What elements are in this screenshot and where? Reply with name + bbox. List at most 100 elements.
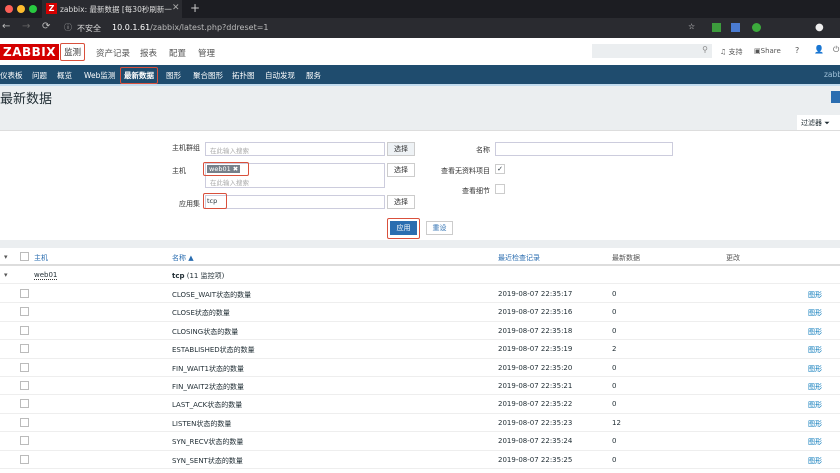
- minimize-window-icon[interactable]: [17, 5, 25, 13]
- item-name: ESTABLISHED状态的数量: [172, 346, 255, 355]
- help-icon[interactable]: ?: [795, 46, 799, 55]
- last-check-time: 2019-08-07 22:35:19: [498, 345, 573, 354]
- evernote-extension-icon[interactable]: [752, 23, 761, 32]
- nav-problems[interactable]: 问题: [32, 70, 47, 81]
- row-checkbox[interactable]: [20, 344, 29, 354]
- menu-reports[interactable]: 报表: [140, 47, 157, 59]
- item-name: SYN_RECV状态的数量: [172, 438, 244, 447]
- last-value: 0: [612, 455, 617, 464]
- application-value: tcp: [203, 193, 227, 209]
- last-check-time: 2019-08-07 22:35:17: [498, 290, 573, 298]
- reload-icon[interactable]: ⟳: [42, 21, 50, 32]
- zabbix-logo[interactable]: ZABBIX: [0, 44, 59, 60]
- apply-button[interactable]: 应用: [390, 221, 417, 235]
- share-link[interactable]: ▣Share: [754, 47, 781, 55]
- graph-link[interactable]: 图形: [808, 364, 822, 374]
- nav-maps[interactable]: 拓扑图: [232, 70, 255, 81]
- forward-icon[interactable]: →: [22, 21, 30, 32]
- row-checkbox[interactable]: [20, 381, 29, 390]
- maximize-window-icon[interactable]: [29, 5, 37, 13]
- show-details-checkbox[interactable]: [495, 184, 505, 194]
- nav-latest-data[interactable]: 最新数据: [120, 67, 158, 84]
- host-group-select-button[interactable]: 选择: [387, 142, 415, 156]
- back-icon[interactable]: ←: [2, 21, 10, 32]
- last-check-time: 2019-08-07 22:35:21: [498, 382, 573, 390]
- global-search-input[interactable]: ⚲: [592, 44, 712, 58]
- security-label: 不安全: [77, 24, 101, 33]
- table-row: CLOSE_WAIT状态的数量 2019-08-07 22:35:17 0 图形: [0, 285, 840, 304]
- menu-inventory[interactable]: 资产记录: [96, 47, 130, 59]
- host-group-input[interactable]: 在此输入搜索: [205, 142, 385, 156]
- graph-link[interactable]: 图形: [808, 419, 822, 429]
- graph-link[interactable]: 图形: [808, 290, 822, 300]
- application-item-count: (11 监控项): [186, 272, 225, 280]
- show-items-without-data-label: 查看无资料项目: [441, 167, 490, 175]
- new-tab-icon[interactable]: +: [190, 1, 200, 15]
- application-select-button[interactable]: 选择: [387, 195, 415, 209]
- application-input[interactable]: [205, 195, 385, 209]
- host-column-header[interactable]: 主机: [34, 253, 48, 263]
- close-window-icon[interactable]: [5, 5, 13, 13]
- row-checkbox[interactable]: [20, 362, 29, 372]
- sub-navigation: 仪表板 问题 概览 Web监测 最新数据 图形 聚合图形 拓扑图 自动发现 服务…: [0, 65, 840, 86]
- collapse-all-icon[interactable]: ▾: [4, 253, 8, 261]
- translate-extension-icon[interactable]: [731, 23, 740, 32]
- remove-tag-icon[interactable]: ✖: [233, 165, 238, 173]
- nav-screens[interactable]: 聚合图形: [193, 70, 223, 81]
- fullscreen-button[interactable]: [831, 91, 840, 103]
- host-tag-label: web01: [209, 165, 231, 173]
- name-column-header[interactable]: 名称 ▲: [172, 253, 194, 263]
- row-checkbox[interactable]: [20, 289, 29, 298]
- graph-link[interactable]: 图形: [808, 400, 822, 410]
- row-checkbox[interactable]: [20, 436, 29, 446]
- table-row: SYN_RECV状态的数量 2019-08-07 22:35:24 0 图形: [0, 432, 840, 451]
- close-tab-icon[interactable]: ✕: [172, 3, 180, 13]
- nav-services[interactable]: 服务: [306, 70, 321, 81]
- menu-monitoring[interactable]: 监测: [60, 43, 86, 61]
- extension-icon[interactable]: [712, 23, 721, 32]
- reset-button[interactable]: 重设: [426, 221, 453, 235]
- last-value: 0: [612, 308, 617, 317]
- nav-overview[interactable]: 概览: [57, 70, 72, 81]
- row-checkbox[interactable]: [20, 325, 29, 335]
- last-check-column-header[interactable]: 最近检查记录: [498, 253, 540, 263]
- filter-tab[interactable]: 过滤器 ⏷: [797, 115, 840, 131]
- row-checkbox[interactable]: [20, 454, 29, 464]
- nav-web[interactable]: Web监测: [84, 70, 115, 81]
- graph-link[interactable]: 图形: [808, 456, 822, 466]
- graph-link[interactable]: 图形: [808, 437, 822, 447]
- row-checkbox[interactable]: [20, 399, 29, 409]
- table-row: SYN_SENT状态的数量 2019-08-07 22:35:25 0 图形: [0, 451, 840, 469]
- item-name: SYN_SENT状态的数量: [172, 456, 243, 465]
- profile-icon[interactable]: ●: [815, 22, 824, 33]
- support-link[interactable]: ♫ 支持: [720, 47, 743, 57]
- menu-administration[interactable]: 管理: [198, 47, 215, 59]
- nav-graphs[interactable]: 图形: [166, 70, 181, 81]
- graph-link[interactable]: 图形: [808, 382, 822, 392]
- select-all-checkbox[interactable]: [20, 252, 29, 261]
- menu-configuration[interactable]: 配置: [169, 47, 186, 59]
- browser-tab[interactable]: Zzabbix: 最新数据 [每30秒刷新一: [42, 0, 182, 18]
- filter-tab-label: 过滤器: [801, 119, 822, 127]
- nav-dashboard[interactable]: 仪表板: [0, 70, 23, 81]
- item-name: CLOSE_WAIT状态的数量: [172, 291, 252, 299]
- url-field[interactable]: 10.0.1.61/zabbix/latest.php?ddreset=1: [112, 23, 269, 32]
- graph-link[interactable]: 图形: [808, 327, 822, 337]
- username-label: zabbix: [824, 70, 840, 79]
- search-icon[interactable]: ⚲: [702, 45, 708, 54]
- row-checkbox[interactable]: [20, 307, 29, 317]
- graph-link[interactable]: 图形: [808, 345, 822, 355]
- host-tag[interactable]: web01 ✖: [207, 165, 241, 173]
- browser-tab-bar: Zzabbix: 最新数据 [每30秒刷新一 ✕ +: [0, 0, 840, 18]
- graph-link[interactable]: 图形: [808, 308, 822, 318]
- sign-out-icon[interactable]: ⏻: [833, 45, 839, 55]
- host-link[interactable]: web01: [34, 271, 58, 280]
- url-host: 10.0.1.61: [112, 23, 151, 32]
- user-profile-icon[interactable]: 👤: [814, 45, 824, 54]
- show-items-without-data-checkbox[interactable]: ✓: [495, 164, 505, 174]
- collapse-host-icon[interactable]: ▾: [4, 271, 8, 279]
- nav-discovery[interactable]: 自动发现: [265, 70, 295, 81]
- row-checkbox[interactable]: [20, 417, 29, 427]
- bookmark-star-icon[interactable]: ☆: [688, 22, 695, 31]
- name-input[interactable]: [495, 142, 673, 156]
